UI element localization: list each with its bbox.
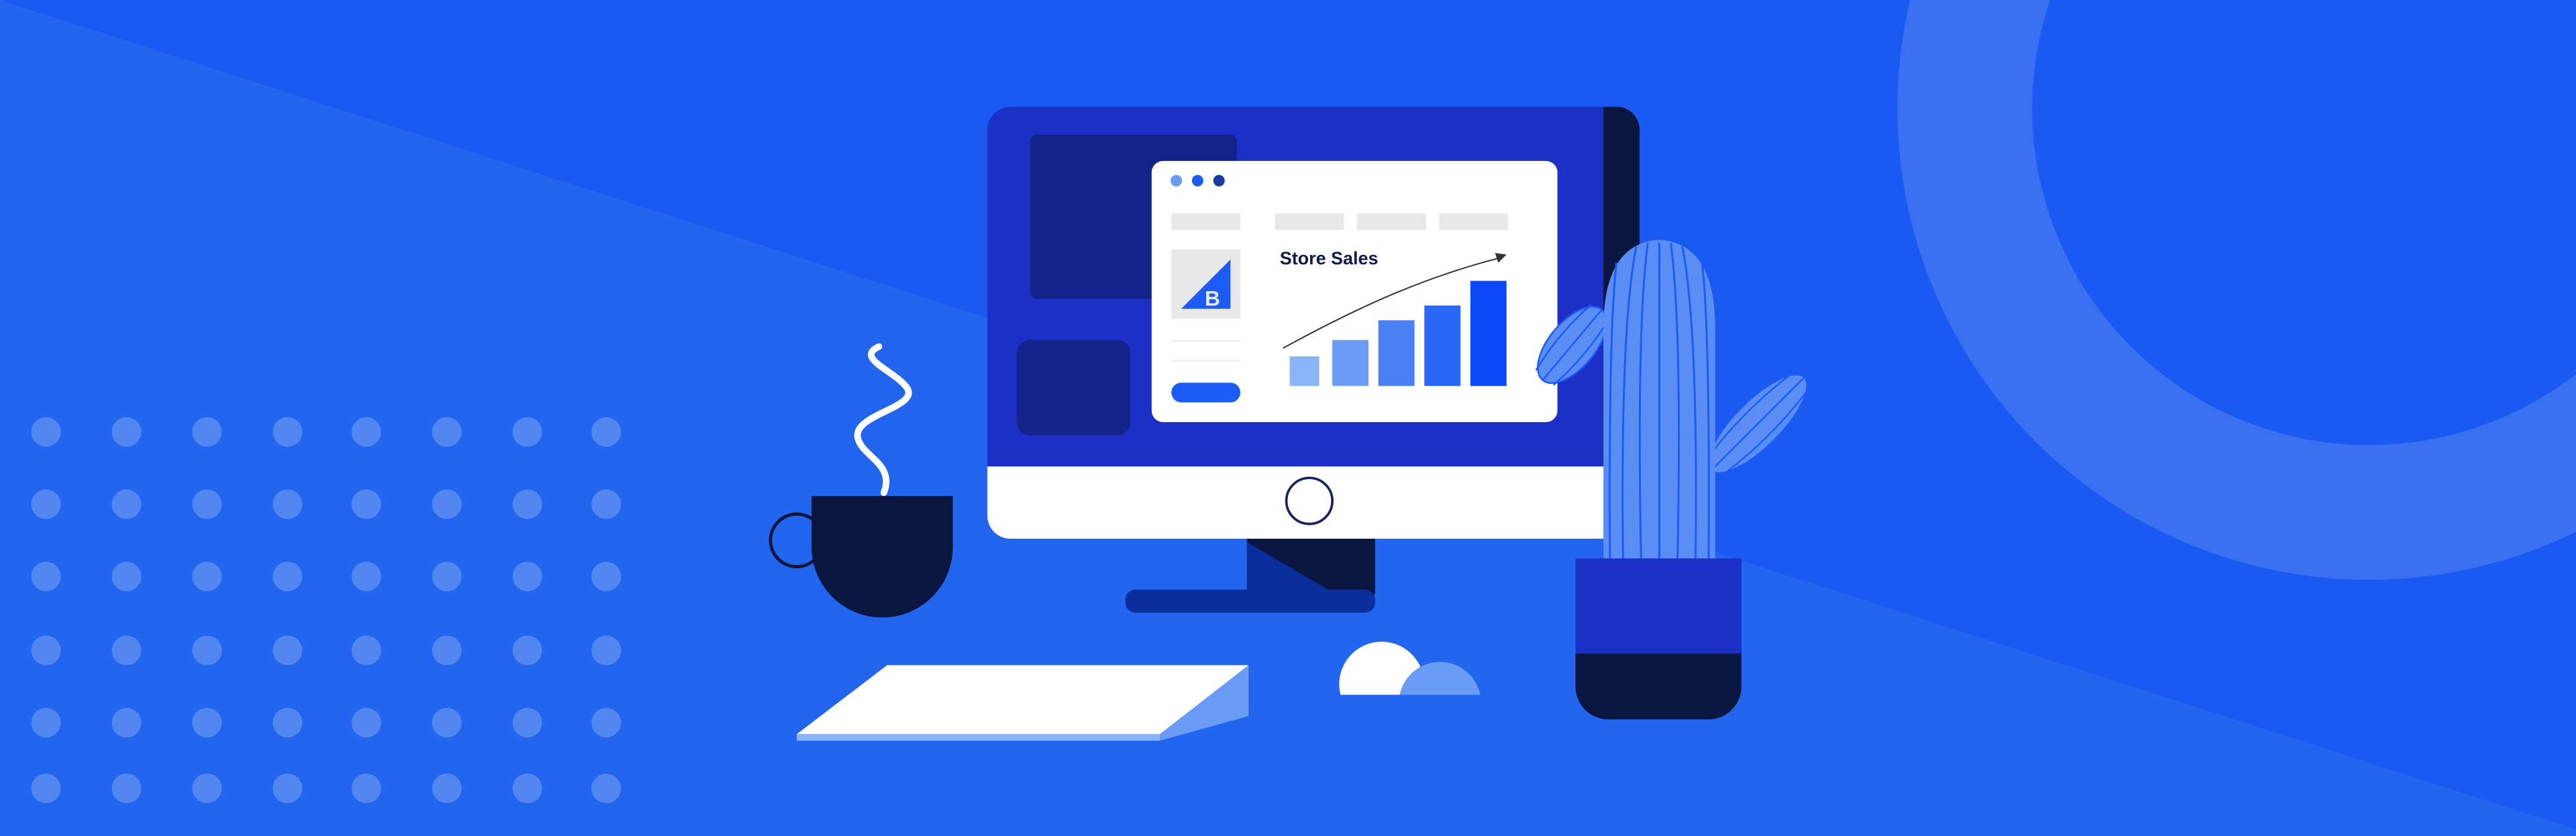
decorative-dot <box>591 489 621 519</box>
sales-bar <box>1470 280 1507 386</box>
decorative-dot <box>591 635 621 666</box>
decorative-dot <box>352 773 382 804</box>
power-button <box>1285 476 1334 525</box>
svg-text:B: B <box>1205 286 1220 310</box>
decorative-dot <box>352 489 382 519</box>
decorative-dot <box>591 417 621 447</box>
decorative-dot <box>272 489 303 519</box>
decorative-dot <box>31 489 61 519</box>
decorative-dot <box>513 773 543 804</box>
decorative-dot <box>192 562 222 592</box>
decorative-dot <box>432 489 462 519</box>
decorative-dot <box>111 708 142 738</box>
decorative-dot <box>432 773 462 804</box>
decorative-dot <box>513 417 543 447</box>
decorative-dot <box>192 489 222 519</box>
decorative-dot <box>352 635 382 666</box>
decorative-dot <box>111 773 142 804</box>
decorative-dot <box>192 635 222 666</box>
decorative-dot <box>591 773 621 804</box>
decorative-dot <box>591 562 621 592</box>
decorative-dot <box>513 708 543 738</box>
decorative-dot <box>352 417 382 447</box>
app-window: B Store Sales <box>1151 160 1558 423</box>
decorative-dot <box>31 562 61 592</box>
decorative-dot <box>31 417 61 447</box>
illustration: B Store Sales <box>0 0 2576 836</box>
sales-bar <box>1378 320 1415 386</box>
decorative-dot <box>352 708 382 738</box>
decorative-dot <box>591 708 621 738</box>
decorative-dot <box>111 417 142 447</box>
decorative-dot <box>272 773 303 804</box>
placeholder-bar <box>1171 213 1240 230</box>
action-button <box>1171 382 1240 403</box>
decorative-dot <box>272 635 303 666</box>
decorative-dot <box>111 489 142 519</box>
background-panel <box>1016 339 1130 435</box>
divider-line <box>1171 360 1240 362</box>
window-dot <box>1213 174 1225 187</box>
decorative-dot <box>31 635 61 666</box>
sales-bar <box>1289 356 1320 386</box>
decorative-dot <box>111 562 142 592</box>
decorative-dot <box>432 635 462 666</box>
sales-bar <box>1332 339 1368 386</box>
bigcommerce-logo: B <box>1171 250 1240 319</box>
decorative-dot <box>432 417 462 447</box>
decorative-dot <box>272 417 303 447</box>
decorative-dot <box>111 635 142 666</box>
window-dot <box>1170 174 1183 187</box>
decorative-dot <box>513 635 543 666</box>
chart-title: Store Sales <box>1280 248 1379 268</box>
decorative-dot <box>432 708 462 738</box>
decorative-dot <box>192 773 222 804</box>
decorative-dot <box>31 708 61 738</box>
decorative-dot <box>513 562 543 592</box>
decorative-dot <box>272 562 303 592</box>
divider-line <box>1171 339 1240 342</box>
decorative-dot <box>352 562 382 592</box>
window-dot <box>1191 174 1203 187</box>
decorative-dot <box>192 417 222 447</box>
decorative-dot <box>432 562 462 592</box>
sales-bar <box>1424 305 1461 386</box>
nav-placeholder <box>1356 213 1426 230</box>
nav-placeholder <box>1275 213 1344 230</box>
nav-placeholder <box>1439 213 1509 230</box>
decorative-dot <box>31 773 61 804</box>
plant-pot <box>1575 558 1741 720</box>
decorative-dot <box>192 708 222 738</box>
decorative-dot <box>272 708 303 738</box>
decorative-dot <box>513 489 543 519</box>
